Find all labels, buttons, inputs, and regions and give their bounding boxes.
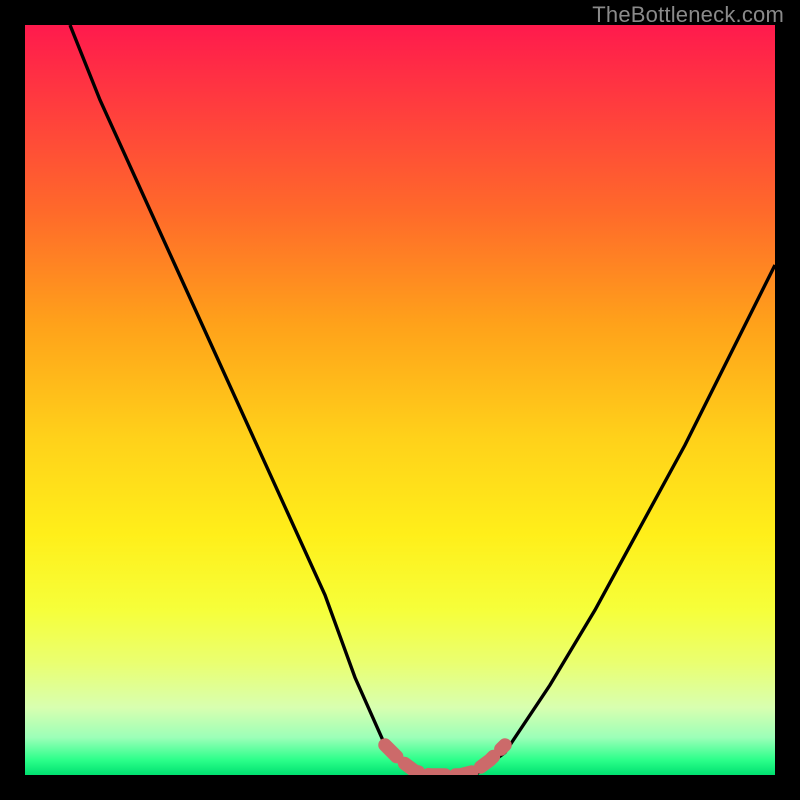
marker-path (385, 745, 505, 775)
bottom-marker (25, 25, 775, 775)
chart-container: TheBottleneck.com (0, 0, 800, 800)
plot-area (25, 25, 775, 775)
